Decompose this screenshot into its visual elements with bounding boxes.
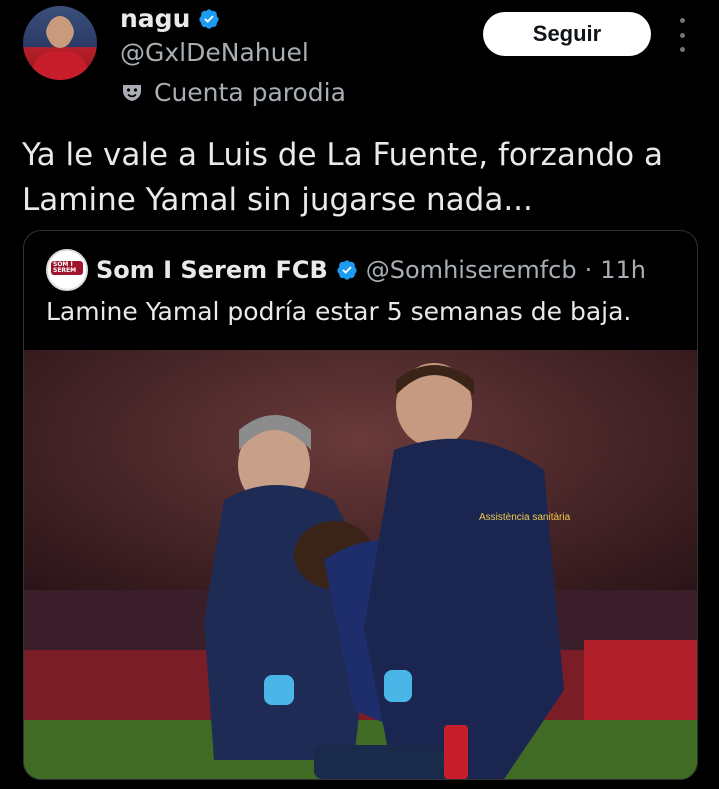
separator-dot: · xyxy=(584,256,593,284)
parody-account-label: Cuenta parodia xyxy=(120,78,346,107)
photo-overlay-text: Assistència sanitària xyxy=(479,512,571,523)
quoted-author-name[interactable]: Som I Serem FCB xyxy=(96,256,328,284)
author-name[interactable]: nagu xyxy=(120,4,190,33)
verified-badge-icon xyxy=(199,8,219,29)
parody-label-text: Cuenta parodia xyxy=(154,78,346,107)
quoted-tweet-card[interactable]: SOM I SEREM Som I Serem FCB @Somhiseremf… xyxy=(23,230,698,780)
quoted-author-handle[interactable]: @Somhiseremfcb xyxy=(366,256,577,284)
quoted-tweet-header: SOM I SEREM Som I Serem FCB @Somhiseremf… xyxy=(46,249,646,291)
tweet-text-line-1: Ya le vale a Luis de La Fuente, forzando… xyxy=(22,137,663,173)
tweet-text: Ya le vale a Luis de La Fuente, forzando… xyxy=(22,133,702,223)
photo-illustration: Assistència sanitària xyxy=(24,350,697,779)
author-handle[interactable]: @GxlDeNahuel xyxy=(120,38,309,67)
quoted-author-avatar[interactable]: SOM I SEREM xyxy=(46,249,88,291)
more-options-icon[interactable] xyxy=(672,18,692,52)
quoted-tweet-photo[interactable]: Assistència sanitària xyxy=(24,350,697,779)
tweet-text-line-2: Lamine Yamal sin jugarse nada... xyxy=(22,182,533,218)
follow-button[interactable]: Seguir xyxy=(483,12,651,56)
author-avatar[interactable] xyxy=(23,6,97,80)
quoted-timestamp[interactable]: 11h xyxy=(600,256,646,284)
quoted-tweet-text: Lamine Yamal podría estar 5 semanas de b… xyxy=(46,297,632,326)
verified-badge-icon xyxy=(337,260,357,280)
parody-mask-icon xyxy=(123,84,141,101)
avatar-text-2: SEREM xyxy=(53,267,77,274)
author-name-row[interactable]: nagu xyxy=(120,4,220,33)
